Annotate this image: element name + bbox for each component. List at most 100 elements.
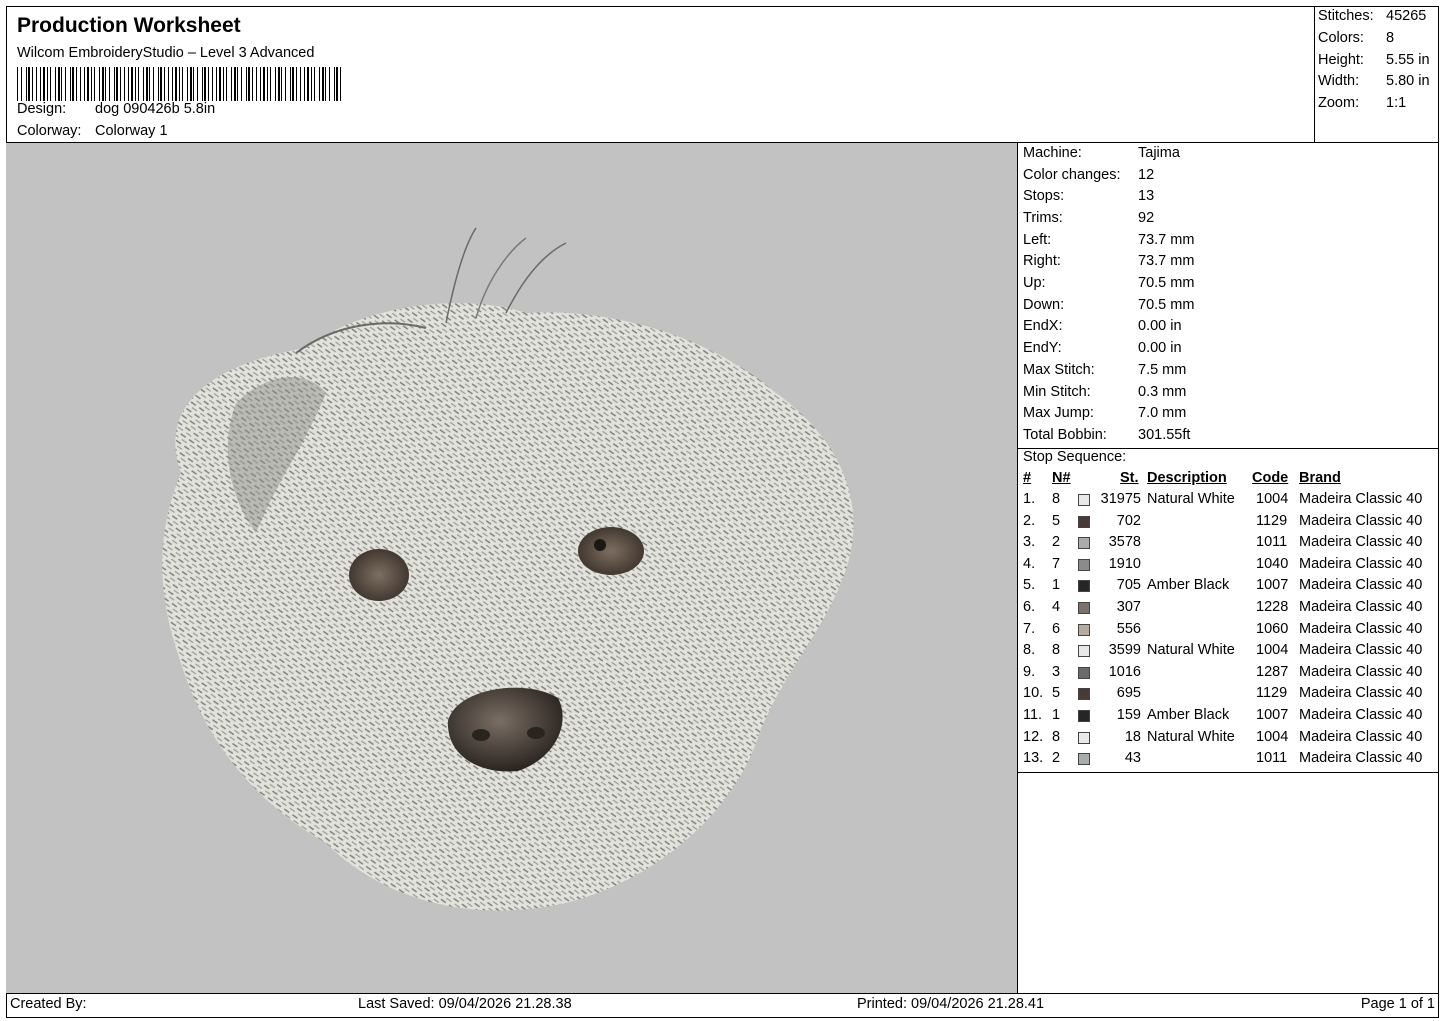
col-header-needle: N# [1052,470,1071,486]
needle-number: 2 [1052,534,1061,551]
col-header-code: Code [1252,470,1289,486]
machine-row: Left: 73.7 mm [1023,232,1194,248]
machine-row: Up: 70.5 mm [1023,275,1194,291]
design-preview [6,143,1018,993]
needle-number: 2 [1052,750,1061,767]
machine-value: 12 [1138,167,1155,183]
summary-label: Stitches: [1318,8,1374,24]
thread-brand: Madeira Classic 40 [1299,599,1423,615]
summary-label: Zoom: [1318,95,1360,111]
needle-number: 5 [1052,512,1061,529]
thread-description: Amber Black [1147,707,1230,723]
summary-panel: Stitches: 45265 Colors: 8 Height: 5.55 in W… [1315,6,1439,143]
machine-value: 70.5 mm [1138,297,1195,313]
summary-row: Stitches: 45265 [1318,8,1438,24]
thread-brand: Madeira Classic 40 [1299,728,1423,745]
summary-row: Zoom: 1:1 [1318,95,1438,111]
color-swatch [1078,710,1090,722]
thread-code: 1129 [1256,685,1288,702]
needle-number: 4 [1052,599,1061,615]
stitch-count: 159 [1116,707,1141,723]
stitch-count: 31975 [1100,491,1141,507]
stop-row: 3. 2 3578 1011 Madeira Classic 40 [1018,534,1439,555]
machine-row: Min Stitch: 0.3 mm [1023,384,1186,400]
stop-index: 1. [1023,491,1036,507]
stop-row: 10. 5 695 1129 Madeira Classic 40 [1018,685,1439,706]
stitch-count: 1910 [1108,555,1141,572]
color-swatch [1078,580,1090,593]
needle-number: 5 [1052,685,1061,702]
machine-row: EndX: 0.00 in [1023,318,1182,334]
color-swatch [1078,731,1090,744]
summary-value: 8 [1386,30,1395,46]
thread-description: Natural White [1147,491,1235,507]
machine-value: 0.00 in [1138,318,1182,334]
machine-label: Stops: [1023,188,1065,204]
machine-value: 73.7 mm [1138,253,1195,269]
thread-brand: Madeira Classic 40 [1299,685,1423,702]
color-swatch [1078,602,1090,614]
machine-label: Up: [1023,275,1046,291]
stop-row: 2. 5 702 1129 Madeira Classic 40 [1018,513,1439,534]
needle-number: 8 [1052,491,1061,507]
stop-index: 2. [1023,512,1036,529]
stop-row: 5. 1 705 Amber Black 1007 Madeira Classic 40 [1018,577,1439,598]
thread-description: Amber Black [1147,577,1230,594]
thread-description: Natural White [1147,642,1235,659]
embroidery-dog-image [162,227,854,911]
colorway-label: Colorway: [17,123,82,139]
machine-row: Trims: 92 [1023,210,1154,226]
stitch-count: 43 [1124,750,1141,767]
summary-value: 45265 [1386,8,1427,24]
stitch-count: 705 [1116,577,1141,594]
summary-label: Colors: [1318,30,1364,46]
color-swatch [1078,623,1090,636]
colorway-value: Colorway 1 [95,123,168,139]
summary-row: Colors: 8 [1318,30,1438,46]
needle-number: 7 [1052,555,1061,572]
design-value: dog 090426b 5.8in [95,101,216,117]
machine-value: 73.7 mm [1138,232,1195,248]
summary-row: Height: 5.55 in [1318,52,1438,68]
needle-number: 1 [1052,577,1061,594]
stitch-count: 3599 [1108,642,1141,659]
thread-brand: Madeira Classic 40 [1299,491,1423,507]
stitch-count: 556 [1116,620,1141,637]
color-swatch [1078,753,1090,766]
stitch-count: 702 [1116,512,1141,529]
machine-value: 0.00 in [1138,340,1182,356]
design-label: Design: [17,101,67,117]
stitch-count: 3578 [1108,534,1141,551]
needle-number: 1 [1052,707,1061,723]
stop-index: 13. [1023,750,1044,767]
thread-brand: Madeira Classic 40 [1299,642,1423,659]
color-swatch [1078,558,1090,571]
machine-label: Down: [1023,297,1065,313]
summary-value: 5.55 in [1386,52,1430,68]
machine-row: Stops: 13 [1023,188,1154,204]
page-title: Production Worksheet [17,14,241,37]
col-header-brand: Brand [1299,470,1341,486]
machine-label: Min Stitch: [1023,384,1091,400]
machine-label: Color changes: [1023,167,1121,183]
thread-brand: Madeira Classic 40 [1299,577,1423,594]
machine-label: Left: [1023,232,1052,248]
col-header-stitches: St. [1120,470,1139,486]
stitch-count: 18 [1124,728,1141,745]
thread-description: Natural White [1147,728,1235,745]
needle-number: 8 [1052,728,1061,745]
thread-brand: Madeira Classic 40 [1299,534,1423,551]
machine-row: Color changes: 12 [1023,167,1154,183]
thread-code: 1011 [1256,750,1288,767]
machine-value: Tajima [1138,145,1180,161]
machine-row: Down: 70.5 mm [1023,297,1194,313]
printed-date: Printed: 09/04/2026 21.28.41 [857,996,1045,1012]
stop-index: 12. [1023,728,1044,745]
stop-row: 6. 4 307 1228 Madeira Classic 40 [1018,599,1439,620]
stitch-count: 695 [1116,685,1141,702]
thread-code: 1060 [1256,620,1289,637]
stitch-count: 307 [1116,599,1141,615]
thread-code: 1287 [1256,663,1289,680]
details-panel: Machine: Tajima Color changes: 12 Stops: 13… [1018,143,1439,993]
summary-value: 5.80 in [1386,73,1430,89]
